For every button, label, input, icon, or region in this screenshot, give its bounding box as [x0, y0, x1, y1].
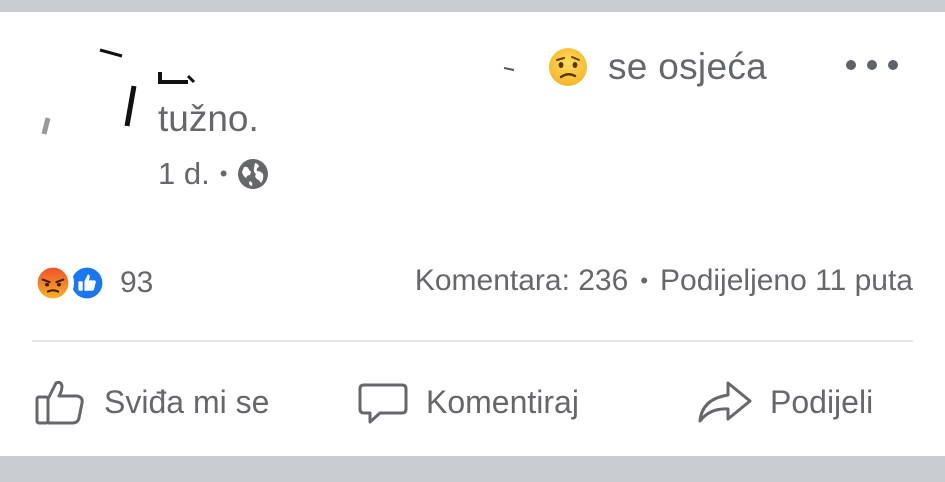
share-button[interactable]: Podijeli — [696, 370, 873, 434]
more-dot-icon — [846, 60, 856, 70]
author-name-redacted[interactable] — [158, 62, 518, 88]
like-label: Sviđa mi se — [104, 383, 270, 420]
action-bar: Sviđa mi se Komentiraj Podijeli — [0, 370, 945, 434]
share-label: Podijeli — [770, 383, 874, 420]
avatar[interactable] — [30, 40, 140, 150]
globe-icon[interactable] — [237, 158, 269, 190]
engagement-stats: Komentara: 236 • Podijeljeno 11 puta — [415, 264, 913, 298]
divider — [32, 340, 913, 342]
feed-separator-bottom — [0, 456, 945, 482]
shares-count[interactable]: Podijeljeno 11 puta — [660, 264, 913, 298]
post-timestamp[interactable]: 1 d. — [158, 156, 210, 192]
comment-icon — [358, 383, 408, 424]
reaction-count: 93 — [120, 266, 154, 299]
more-dot-icon — [867, 60, 877, 70]
post-meta: 1 d. • — [158, 156, 269, 192]
stats-separator: • — [640, 268, 649, 293]
comments-count[interactable]: Komentara: 236 — [415, 264, 628, 298]
thumbs-up-icon — [35, 380, 84, 425]
meta-separator: • — [219, 161, 228, 186]
comment-button[interactable]: Komentiraj — [356, 370, 579, 434]
share-arrow-icon — [698, 381, 752, 423]
more-options-button[interactable] — [846, 52, 898, 78]
comment-label: Komentiraj — [426, 383, 579, 420]
reactions-summary[interactable]: 93 — [32, 262, 153, 304]
more-dot-icon — [888, 60, 898, 70]
sad-face-emoji — [549, 48, 587, 86]
feeling-label: tužno. — [158, 98, 259, 139]
feed-separator-top — [0, 0, 945, 12]
like-button[interactable]: Sviđa mi se — [34, 370, 269, 434]
angry-reaction-icon — [32, 262, 74, 304]
feeling-text: se osjeća — [608, 46, 768, 87]
